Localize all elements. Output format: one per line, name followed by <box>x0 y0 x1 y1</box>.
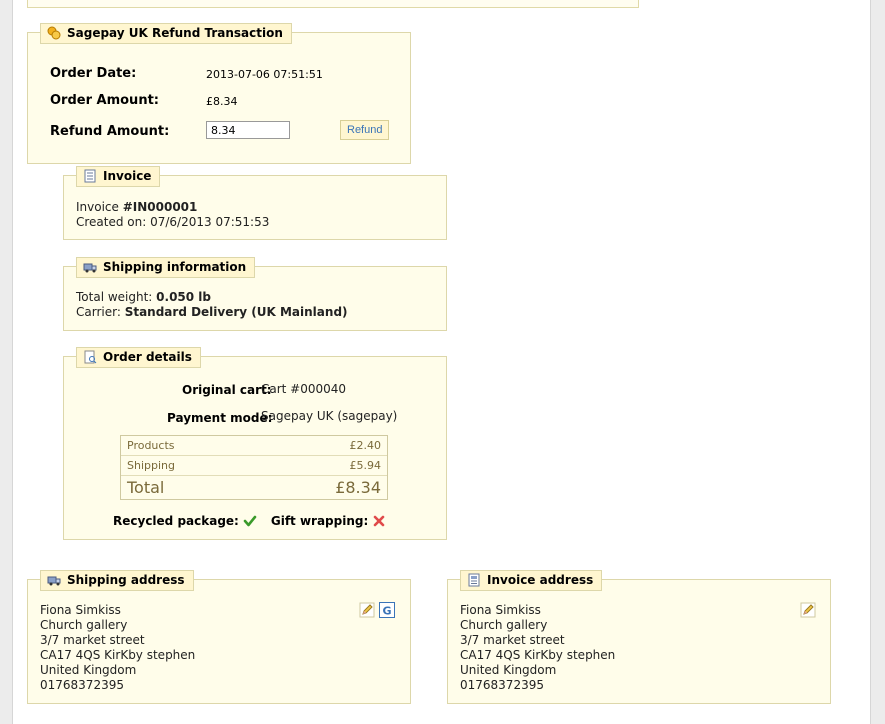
carrier-value: Standard Delivery (UK Mainland) <box>124 305 348 319</box>
order-details-legend: Order details <box>76 347 201 368</box>
address-line: Church gallery <box>460 618 548 632</box>
total-weight-line: Total weight: 0.050 lb <box>76 290 211 305</box>
address-line: United Kingdom <box>460 663 557 677</box>
shipping-info-legend: Shipping information <box>76 257 256 278</box>
address-line: Fiona Simkiss <box>40 603 121 617</box>
products-label: Products <box>127 439 175 452</box>
refund-button[interactable]: Refund <box>340 120 390 140</box>
original-cart-label: Original cart: <box>182 383 272 397</box>
refund-amount-input[interactable] <box>206 121 290 139</box>
shipping-value: £5.94 <box>349 459 382 472</box>
invoice-number: #IN000001 <box>122 200 198 214</box>
shipping-address-panel: Shipping address G Fiona Simkiss Church … <box>27 570 411 704</box>
truck-icon <box>83 260 97 274</box>
invoice-created-on: Created on: 07/6/2013 07:51:53 <box>76 215 270 229</box>
products-value: £2.40 <box>349 439 382 452</box>
svg-text:G: G <box>382 605 391 618</box>
total-weight-label: Total weight: <box>76 290 157 304</box>
summary-row-products: Products £2.40 <box>121 436 387 456</box>
cross-icon <box>372 514 386 528</box>
address-line: CA17 4QS KirKby stephen <box>40 648 196 662</box>
total-label: Total <box>127 478 165 497</box>
shipping-address-legend: Shipping address <box>40 570 194 591</box>
google-maps-icon[interactable]: G <box>379 602 395 618</box>
document-search-icon <box>83 350 97 364</box>
address-line: Fiona Simkiss <box>460 603 541 617</box>
invoice-icon <box>83 169 97 183</box>
order-date-label: Order Date: <box>50 66 137 81</box>
previous-section-panel <box>27 0 639 8</box>
coins-icon <box>47 26 61 40</box>
invoice-address-panel: Invoice address Fiona Simkiss Church gal… <box>447 570 831 704</box>
order-details-title: Order details <box>103 350 192 364</box>
invoice-panel-title: Invoice <box>103 169 152 183</box>
check-icon <box>243 514 257 528</box>
refund-panel-title: Sagepay UK Refund Transaction <box>67 26 283 40</box>
edit-pencil-icon[interactable] <box>800 602 816 618</box>
refund-panel-legend: Sagepay UK Refund Transaction <box>40 23 292 44</box>
page-content: Sagepay UK Refund Transaction Order Date… <box>12 0 871 724</box>
gift-wrapping-label: Gift wrapping: <box>270 514 369 528</box>
package-options: Recycled package: Gift wrapping: <box>113 514 386 528</box>
order-amount-label: Order Amount: <box>50 93 159 108</box>
address-line: 01768372395 <box>40 678 124 692</box>
order-amount-value: £8.34 <box>206 95 238 108</box>
invoice-panel-legend: Invoice <box>76 166 161 187</box>
invoice-address-icon <box>467 573 481 587</box>
invoice-address-title: Invoice address <box>487 573 594 587</box>
order-date-value: 2013-07-06 07:51:51 <box>206 68 323 81</box>
address-line: Church gallery <box>40 618 128 632</box>
invoice-prefix: Invoice <box>76 200 123 214</box>
payment-mode-label: Payment mode: <box>167 411 273 425</box>
order-summary-table: Products £2.40 Shipping £5.94 Total £8.3… <box>120 435 388 500</box>
truck-icon <box>47 573 61 587</box>
shipping-label: Shipping <box>127 459 175 472</box>
address-line: 01768372395 <box>460 678 544 692</box>
invoice-number-line: Invoice #IN000001 <box>76 200 197 215</box>
shipping-address-title: Shipping address <box>67 573 185 587</box>
summary-row-total: Total £8.34 <box>121 476 387 499</box>
original-cart-value: Cart #000040 <box>261 382 347 396</box>
recycled-package: Recycled package: <box>113 514 257 528</box>
payment-mode-value: Sagepay UK (sagepay) <box>261 409 398 423</box>
gift-wrapping: Gift wrapping: <box>271 514 386 528</box>
shipping-info-panel: Shipping information Total weight: 0.050… <box>63 257 447 331</box>
shipping-address-lines: Fiona Simkiss Church gallery 3/7 market … <box>40 603 195 693</box>
shipping-info-title: Shipping information <box>103 260 247 274</box>
carrier-label: Carrier: <box>76 305 125 319</box>
total-value: £8.34 <box>335 478 381 497</box>
total-weight-value: 0.050 lb <box>156 290 211 304</box>
summary-row-shipping: Shipping £5.94 <box>121 456 387 476</box>
order-details-panel: Order details Original cart: Cart #00004… <box>63 347 447 540</box>
address-line: 3/7 market street <box>460 633 565 647</box>
invoice-address-legend: Invoice address <box>460 570 603 591</box>
invoice-panel: Invoice Invoice #IN000001 Created on: 07… <box>63 166 447 240</box>
address-line: 3/7 market street <box>40 633 145 647</box>
recycled-package-label: Recycled package: <box>113 514 239 528</box>
refund-amount-label: Refund Amount: <box>50 124 170 139</box>
carrier-line: Carrier: Standard Delivery (UK Mainland) <box>76 305 348 320</box>
address-line: CA17 4QS KirKby stephen <box>460 648 616 662</box>
edit-pencil-icon[interactable] <box>359 602 375 618</box>
address-line: United Kingdom <box>40 663 137 677</box>
refund-panel: Sagepay UK Refund Transaction Order Date… <box>27 23 411 164</box>
invoice-address-lines: Fiona Simkiss Church gallery 3/7 market … <box>460 603 615 693</box>
